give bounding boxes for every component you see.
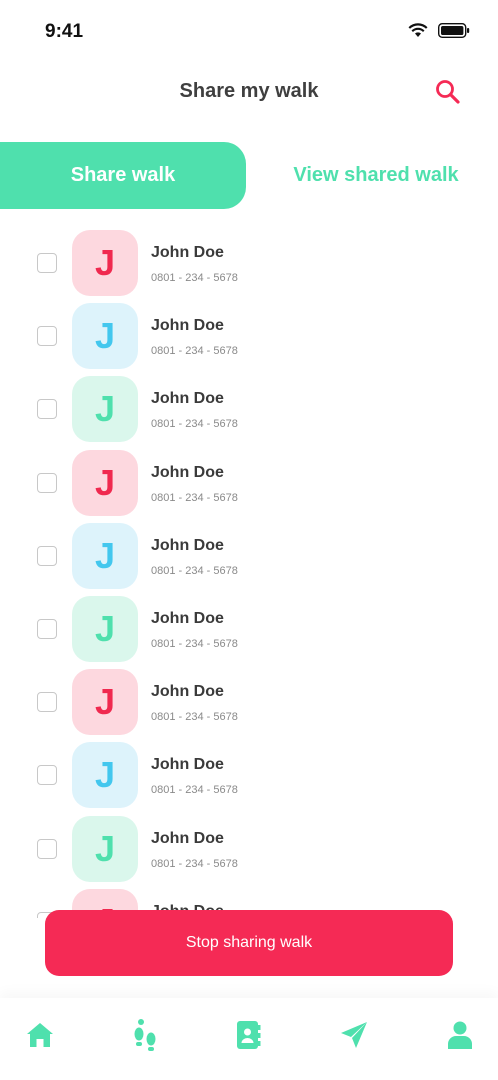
status-icons <box>408 22 470 38</box>
contact-name: John Doe <box>151 317 224 335</box>
contact-phone: 0801 - 234 - 5678 <box>151 711 238 724</box>
contact-phone: 0801 - 234 - 5678 <box>151 638 238 650</box>
select-checkbox[interactable] <box>37 326 57 347</box>
contact-phone: 0801 - 234 - 5678 <box>151 564 238 577</box>
status-bar: 9:41 <box>0 0 498 60</box>
nav-home[interactable] <box>23 1018 57 1052</box>
tab-bar: Share walk View shared walk <box>0 142 498 209</box>
contact-phone: 0801 - 234 - 5678 <box>151 491 238 504</box>
avatar: J <box>72 230 138 296</box>
list-item[interactable]: J John Doe 0801 - 234 - 5678 <box>0 740 498 813</box>
contact-name: John Doe <box>151 756 224 774</box>
contact-name: John Doe <box>151 536 224 554</box>
home-icon <box>27 1023 53 1047</box>
avatar: J <box>72 669 138 736</box>
contact-name: John Doe <box>151 829 224 847</box>
contact-phone: 0801 - 234 - 5678 <box>151 784 238 797</box>
contact-name: John Doe <box>151 390 224 408</box>
avatar: J <box>72 596 138 662</box>
search-button[interactable] <box>434 78 462 106</box>
select-checkbox[interactable] <box>37 765 57 786</box>
avatar: J <box>72 303 138 370</box>
search-icon <box>436 80 460 104</box>
contact-name: John Doe <box>151 610 224 627</box>
select-checkbox[interactable] <box>37 399 57 420</box>
nav-profile[interactable] <box>443 1018 477 1052</box>
tab-view-shared-walk[interactable]: View shared walk <box>246 142 498 209</box>
battery-icon <box>438 22 470 38</box>
select-checkbox[interactable] <box>37 838 57 859</box>
tab-share-walk[interactable]: Share walk <box>0 142 246 209</box>
list-item[interactable]: J John Doe 0801 - 234 - 5678 <box>0 448 498 521</box>
contact-name: John Doe <box>151 244 224 261</box>
header: Share my walk <box>0 70 498 114</box>
avatar: J <box>72 449 138 516</box>
nav-send[interactable] <box>337 1018 371 1052</box>
contact-phone: 0801 - 234 - 5678 <box>151 345 238 358</box>
avatar: J <box>72 522 138 589</box>
profile-icon <box>448 1021 472 1049</box>
page-title: Share my walk <box>179 80 319 102</box>
contact-phone: 0801 - 234 - 5678 <box>151 418 238 431</box>
avatar: J <box>72 815 138 882</box>
list-item[interactable]: J John Doe 0801 - 234 - 5678 <box>0 301 498 374</box>
contacts-book-icon <box>237 1021 261 1049</box>
wifi-icon <box>408 23 428 37</box>
avatar: J <box>72 742 138 809</box>
nav-walk[interactable] <box>128 1018 162 1052</box>
nav-contacts[interactable] <box>231 1018 265 1052</box>
footsteps-icon <box>134 1019 156 1051</box>
select-checkbox[interactable] <box>37 692 57 713</box>
bottom-navigation <box>0 998 498 1080</box>
contact-name: John Doe <box>151 463 224 481</box>
list-item[interactable]: J John Doe 0801 - 234 - 5678 <box>0 374 498 447</box>
contact-name: John Doe <box>151 683 224 701</box>
stop-sharing-button[interactable]: Stop sharing walk <box>45 910 453 976</box>
contact-list[interactable]: J John Doe 0801 - 234 - 5678 J John Doe 0801 … <box>0 228 498 918</box>
send-icon <box>341 1022 367 1048</box>
contact-phone: 0801 - 234 - 5678 <box>151 857 238 870</box>
select-checkbox[interactable] <box>37 545 57 566</box>
contact-phone: 0801 - 234 - 5678 <box>151 272 238 284</box>
list-item[interactable]: J John Doe 0801 - 234 - 5678 <box>0 594 498 667</box>
list-item[interactable]: J John Doe 0801 - 234 - 5678 <box>0 521 498 594</box>
select-checkbox[interactable] <box>37 619 57 639</box>
list-item[interactable]: J John Doe 0801 - 234 - 5678 <box>0 814 498 887</box>
list-item[interactable]: J John Doe 0801 - 234 - 5678 <box>0 228 498 301</box>
status-time: 9:41 <box>45 21 84 42</box>
select-checkbox[interactable] <box>37 253 57 273</box>
list-item[interactable]: J John Doe 0801 - 234 - 5678 <box>0 667 498 740</box>
select-checkbox[interactable] <box>37 472 57 493</box>
avatar: J <box>72 376 138 443</box>
